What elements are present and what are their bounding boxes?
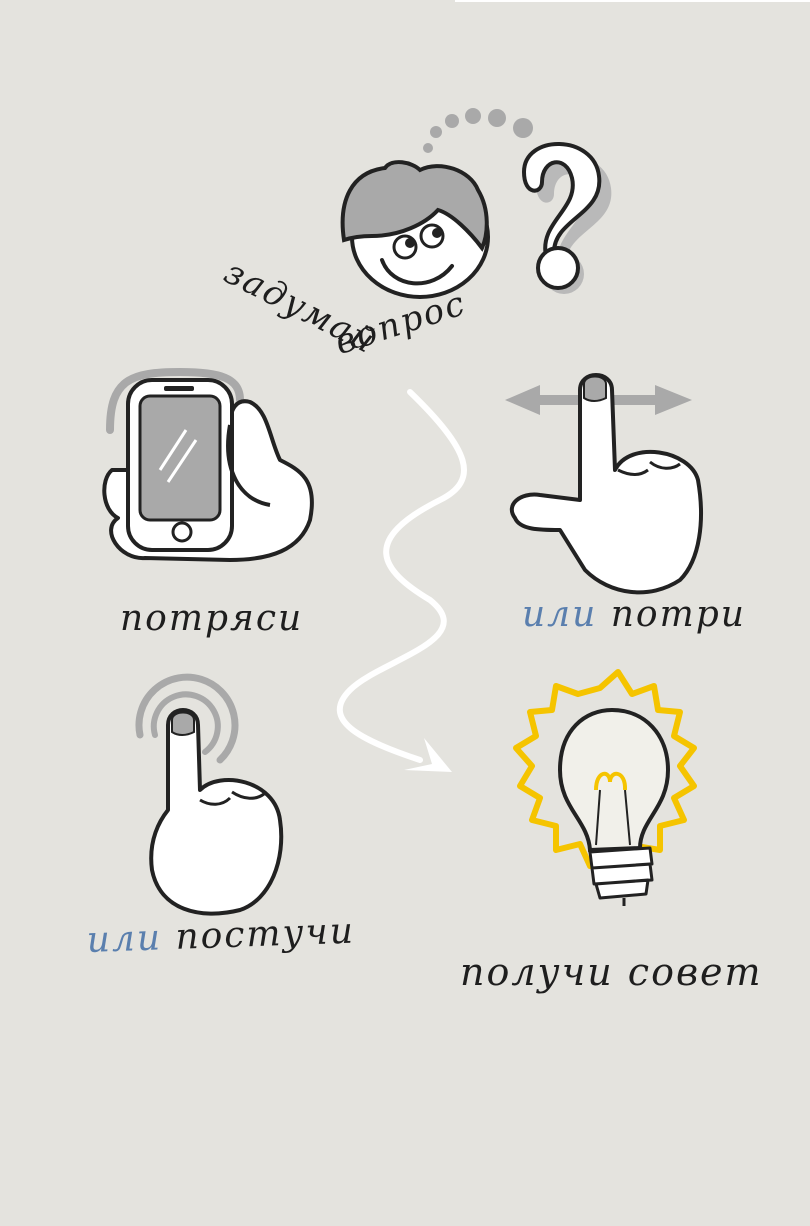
knock-label: постучи [174,910,356,958]
step-shake-label: потряси [120,598,303,639]
thought-dots-icon [423,108,533,153]
rub-prefix: или [522,594,598,635]
finger-tap-icon [135,673,284,916]
knock-prefix: или [86,917,163,961]
step-advice-label: получи совет [460,950,763,994]
phone-in-hand-icon [102,367,314,562]
question-mark-icon [522,142,612,294]
finger-swipe-icon [505,373,703,595]
boy-face-icon [340,160,490,299]
rub-label: потри [610,594,746,635]
light-bulb-icon [513,669,697,906]
advice-label: получи совет [460,950,763,994]
step-rub-label: или потри [522,594,746,635]
shake-label: потряси [120,598,304,639]
curved-arrow-icon [336,389,467,772]
instruction-screen: задумай вопрос потряси или потри или пос… [0,0,810,1226]
